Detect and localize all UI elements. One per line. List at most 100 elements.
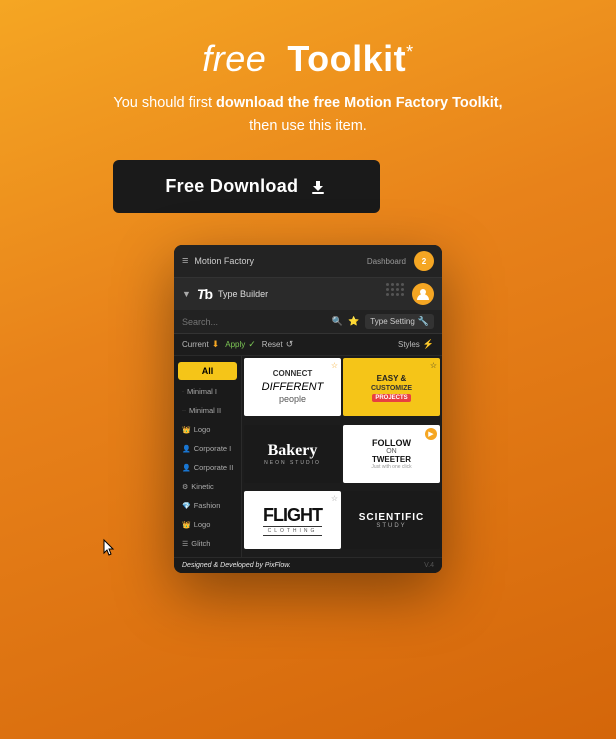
sidebar: All · Minimal I ·· Minimal II 👑 Logo 👤 C… <box>174 356 242 557</box>
sidebar-item-logo[interactable]: 👑 Logo <box>174 420 241 439</box>
footer-brand: Designed & Developed by PixFlow. <box>182 562 291 569</box>
app-footer: Designed & Developed by PixFlow. V.4 <box>174 557 442 573</box>
apply-label: Apply <box>225 340 245 349</box>
sidebar-logo-icon: 👑 <box>182 426 191 434</box>
sidebar-item-all[interactable]: All <box>178 362 237 380</box>
flight-content: FLIGHT CLOTHING <box>263 505 322 536</box>
bakery-content: Bakery NEON STUDIO <box>264 442 321 466</box>
grid-cell-scientific[interactable]: SCIENTIFIC STUDY <box>343 491 440 549</box>
type-setting-button[interactable]: Type Setting 🔧 <box>365 314 434 329</box>
notification-count: 2 <box>422 257 426 266</box>
cell-star-5-icon: ☆ <box>331 494 338 503</box>
subtitle-pre: You should first <box>113 95 212 111</box>
free-download-button[interactable]: Free Download <box>113 160 380 213</box>
follow-play-icon: ▶ <box>425 428 437 440</box>
sidebar-item-fashion[interactable]: 💎 Fashion <box>174 496 241 515</box>
connect-text: CONNECT <box>262 369 324 379</box>
wrench-icon: 🔧 <box>418 316 429 327</box>
title-star: * <box>406 42 414 62</box>
apply-button[interactable]: Apply ✓ <box>225 339 256 350</box>
grid-cell-follow[interactable]: FOLLOW ON TWEETER Just with one click ▶ <box>343 425 440 483</box>
connect-content: CONNECT DIFFERENT people <box>258 365 328 409</box>
sidebar-corp-ii-icon: 👤 <box>182 464 191 472</box>
reset-button[interactable]: Reset ↺ <box>262 339 293 350</box>
sidebar-corporate-i-label: Corporate I <box>194 444 232 453</box>
designed-by-text: Designed & Developed by <box>182 562 263 569</box>
sidebar-all-label: All <box>202 366 214 376</box>
study-text: STUDY <box>359 523 425 529</box>
grid-area: CONNECT DIFFERENT people ☆ EASY & CUSTOM… <box>242 356 442 557</box>
avatar-icon <box>412 283 434 305</box>
reset-label: Reset <box>262 340 283 349</box>
type-builder-label: Type Builder <box>218 289 268 299</box>
app-screenshot: ≡ Motion Factory Dashboard 2 ▼ Tb Type B… <box>174 245 442 573</box>
sidebar-kinetic-label: Kinetic <box>191 482 214 491</box>
customize-text: CUSTOMIZE <box>371 384 412 394</box>
sidebar-corp-i-icon: 👤 <box>182 445 191 453</box>
sidebar-logo-2-label: Logo <box>194 520 211 529</box>
sidebar-logo-label: Logo <box>194 425 211 434</box>
tb-icon-area <box>386 283 434 305</box>
search-icons: 🔍 ⭐ <box>332 316 359 327</box>
current-button[interactable]: Current ⬇ <box>182 339 219 350</box>
search-input[interactable] <box>182 317 326 327</box>
footer-brand-name: PixFlow. <box>265 562 291 569</box>
sidebar-dot-two-icon: ·· <box>182 408 186 414</box>
follow-text: FOLLOW <box>371 438 411 448</box>
cell-star-2-icon: ☆ <box>430 361 437 370</box>
scientific-content: SCIENTIFIC STUDY <box>359 512 425 529</box>
subtitle-suffix: Toolkit, <box>452 95 502 111</box>
grid-cell-connect[interactable]: CONNECT DIFFERENT people ☆ <box>244 358 341 416</box>
reset-icon: ↺ <box>286 339 294 350</box>
sidebar-glitch-icon: ☰ <box>182 540 188 548</box>
grid-cell-easy[interactable]: EASY & CUSTOMIZE PROJECTS ☆ <box>343 358 440 416</box>
tweeter-text: TWEETER <box>371 455 411 464</box>
tweeter-sub: Just with one click <box>371 464 411 470</box>
sidebar-corporate-ii-label: Corporate II <box>194 463 234 472</box>
tb-expand: ▼ <box>182 289 191 299</box>
sidebar-minimal-i-label: Minimal I <box>187 387 217 396</box>
current-download-icon: ⬇ <box>212 339 220 350</box>
download-icon <box>308 177 328 197</box>
subtitle: You should first download the free Motio… <box>113 92 502 138</box>
download-button-label: Free Download <box>165 176 298 197</box>
styles-icon: ⚡ <box>423 339 434 350</box>
follow-content: FOLLOW ON TWEETER Just with one click <box>367 434 415 474</box>
sidebar-fashion-label: Fashion <box>194 501 221 510</box>
grid-cell-flight[interactable]: FLIGHT CLOTHING ☆ <box>244 491 341 549</box>
projects-badge: PROJECTS <box>371 394 412 402</box>
clothing-text: CLOTHING <box>263 526 322 536</box>
app-topbar: ≡ Motion Factory Dashboard 2 <box>174 245 442 278</box>
search-icon[interactable]: 🔍 <box>332 316 343 327</box>
styles-button[interactable]: Styles ⚡ <box>398 339 434 350</box>
sidebar-item-logo-2[interactable]: 👑 Logo <box>174 515 241 534</box>
header-section: free Toolkit* You should first download … <box>113 0 502 245</box>
sidebar-item-corporate-ii[interactable]: 👤 Corporate II <box>174 458 241 477</box>
easy-text: EASY & <box>371 373 412 384</box>
sidebar-dot-icon: · <box>182 389 184 395</box>
sidebar-glitch-label: Glitch <box>191 539 210 548</box>
sidebar-item-glitch[interactable]: ☰ Glitch <box>174 534 241 553</box>
subtitle-brand: Motion Factory <box>344 95 448 111</box>
people-text: people <box>262 394 324 406</box>
search-row: 🔍 ⭐ Type Setting 🔧 <box>174 310 442 334</box>
easy-content: EASY & CUSTOMIZE PROJECTS <box>368 370 415 405</box>
apply-check-icon: ✓ <box>248 339 256 350</box>
star-icon[interactable]: ⭐ <box>348 316 359 327</box>
sidebar-item-kinetic[interactable]: ⚙ Kinetic <box>174 477 241 496</box>
sidebar-item-minimal-i[interactable]: · Minimal I <box>174 382 241 401</box>
expand-arrow: ▼ <box>182 289 191 299</box>
subtitle-highlight: download the free <box>216 95 340 111</box>
title-toolkit: Toolkit <box>287 38 406 79</box>
sidebar-minimal-ii-label: Minimal II <box>189 406 221 415</box>
notification-badge: 2 <box>414 251 434 271</box>
bakery-sub-text: NEON STUDIO <box>264 460 321 466</box>
sidebar-item-minimal-ii[interactable]: ·· Minimal II <box>174 401 241 420</box>
toolbar-row: Current ⬇ Apply ✓ Reset ↺ Styles ⚡ <box>174 334 442 356</box>
hamburger-icon: ≡ <box>182 255 188 267</box>
flight-text: FLIGHT <box>263 505 322 526</box>
subtitle-line2: then use this item. <box>249 118 367 134</box>
sidebar-item-corporate-i[interactable]: 👤 Corporate I <box>174 439 241 458</box>
grid-cell-bakery[interactable]: Bakery NEON STUDIO <box>244 425 341 483</box>
type-setting-label: Type Setting <box>370 317 414 326</box>
